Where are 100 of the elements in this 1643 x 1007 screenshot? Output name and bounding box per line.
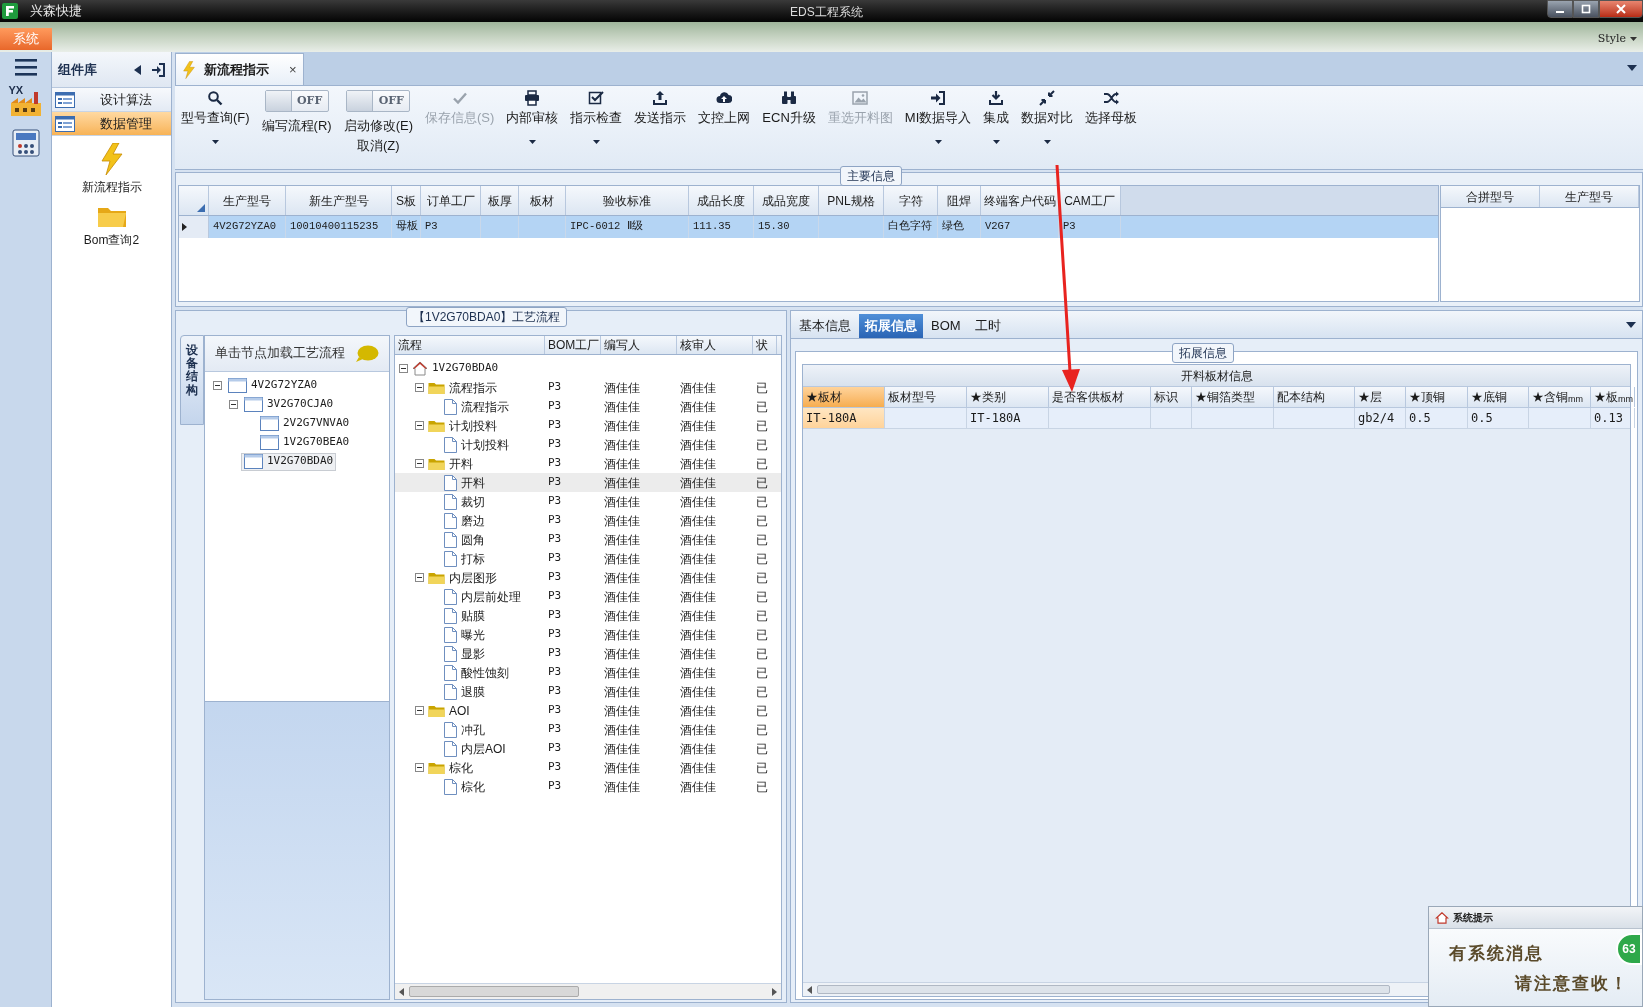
column-header[interactable]: 生产型号: [1540, 186, 1639, 207]
column-header[interactable]: ★含铜$_{mm}$: [1529, 387, 1591, 407]
flow-row[interactable]: 开料 P3 酒佳佳 酒佳佳 已: [395, 473, 781, 492]
tree-node[interactable]: 1V2G70BDA0: [241, 452, 337, 471]
flow-row[interactable]: 冲孔 P3 酒佳佳 酒佳佳 已: [395, 720, 781, 739]
toolbar-button[interactable]: MI数据导入: [900, 90, 976, 144]
collapse-icon[interactable]: [415, 573, 424, 582]
column-header[interactable]: PNL规格: [819, 186, 884, 215]
flow-row[interactable]: 退膜 P3 酒佳佳 酒佳佳 已: [395, 682, 781, 701]
column-header[interactable]: 终端客户代码: [981, 186, 1059, 215]
column-header[interactable]: 验收标准: [566, 186, 689, 215]
sign-in-icon[interactable]: [151, 62, 165, 77]
column-header[interactable]: 配本结构: [1274, 387, 1355, 407]
flow-row[interactable]: 内层图形 P3 酒佳佳 酒佳佳 已: [395, 568, 781, 587]
flow-row[interactable]: 打标 P3 酒佳佳 酒佳佳 已: [395, 549, 781, 568]
dropdown-caret-icon[interactable]: [1626, 322, 1636, 328]
collapse-icon[interactable]: [399, 364, 408, 373]
toolbar-button[interactable]: 取消(Z): [357, 135, 400, 155]
column-header[interactable]: S板: [392, 186, 421, 215]
column-header[interactable]: BOM工厂: [545, 336, 601, 354]
toolbar-button[interactable]: 数据对比: [1017, 90, 1078, 144]
style-menu[interactable]: Style: [1597, 30, 1637, 47]
column-header[interactable]: ★顶铜: [1406, 387, 1468, 407]
toolbar-button[interactable]: 集成: [979, 90, 1014, 144]
tree-node[interactable]: 1V2G70BEA0: [257, 433, 353, 452]
panel-item[interactable]: 设计算法: [52, 88, 171, 112]
column-header[interactable]: 成品宽度: [754, 186, 819, 215]
column-header[interactable]: 标识: [1151, 387, 1192, 407]
collapse-icon[interactable]: [213, 381, 222, 390]
toolbar-button[interactable]: 内部审核: [502, 90, 563, 144]
toolbar-button[interactable]: 指示检查: [566, 90, 627, 144]
toggle-switch[interactable]: OFF: [346, 90, 411, 112]
column-header[interactable]: 成品长度: [689, 186, 754, 215]
column-header[interactable]: 状: [753, 336, 777, 354]
collapse-icon[interactable]: [415, 421, 424, 430]
column-header[interactable]: 订单工厂: [421, 186, 481, 215]
column-header[interactable]: 板材: [519, 186, 566, 215]
tab[interactable]: 基本信息: [793, 314, 857, 338]
launcher-button[interactable]: Bom查询2: [61, 201, 162, 252]
column-header[interactable]: ★铜箔类型: [1192, 387, 1274, 407]
column-header[interactable]: 板厚: [481, 186, 519, 215]
table-row[interactable]: 4V2G72YZA0 10010400115235 母板 P3 IPC-6012 Ⅱ级 111.35 15.30 白色字符 绿色 V2G7 P3: [179, 216, 1438, 238]
maximize-button[interactable]: [1573, 0, 1599, 18]
column-header[interactable]: 流程: [395, 336, 545, 354]
toolbar-button[interactable]: 选择母板: [1081, 90, 1142, 128]
tab[interactable]: BOM: [925, 314, 967, 338]
flow-row[interactable]: 计划投料 P3 酒佳佳 酒佳佳 已: [395, 435, 781, 454]
flow-row[interactable]: 流程指示 P3 酒佳佳 酒佳佳 已: [395, 397, 781, 416]
flow-row[interactable]: 开料 P3 酒佳佳 酒佳佳 已: [395, 454, 781, 473]
column-header[interactable]: 阻焊: [938, 186, 981, 215]
flow-row[interactable]: AOI P3 酒佳佳 酒佳佳 已: [395, 701, 781, 720]
tree-node[interactable]: 2V2G7VNVA0: [257, 414, 353, 433]
launcher-button[interactable]: 新流程指示: [61, 140, 162, 199]
flow-row[interactable]: 酸性蚀刻 P3 酒佳佳 酒佳佳 已: [395, 663, 781, 682]
tree-node[interactable]: 3V2G70CJA0: [241, 395, 337, 414]
column-header[interactable]: 新生产型号: [286, 186, 392, 215]
close-button[interactable]: [1599, 0, 1643, 18]
flow-row[interactable]: 流程指示 P3 酒佳佳 酒佳佳 已: [395, 378, 781, 397]
column-header[interactable]: 字符: [884, 186, 938, 215]
flow-row[interactable]: 裁切 P3 酒佳佳 酒佳佳 已: [395, 492, 781, 511]
toolbar-button[interactable]: ECN升级: [758, 90, 820, 128]
flow-row[interactable]: 棕化 P3 酒佳佳 酒佳佳 已: [395, 777, 781, 796]
flow-row[interactable]: 内层前处理 P3 酒佳佳 酒佳佳 已: [395, 587, 781, 606]
column-header[interactable]: ★层: [1355, 387, 1406, 407]
toolbar-button[interactable]: 文控上网: [694, 90, 755, 128]
collapse-icon[interactable]: [415, 763, 424, 772]
column-header[interactable]: 板材型号: [885, 387, 967, 407]
tab[interactable]: 拓展信息: [859, 314, 923, 338]
dropdown-caret-icon[interactable]: [1627, 65, 1637, 71]
collapse-icon[interactable]: [415, 383, 424, 392]
flow-row[interactable]: 圆角 P3 酒佳佳 酒佳佳 已: [395, 530, 781, 549]
column-header[interactable]: 生产型号: [209, 186, 286, 215]
column-header[interactable]: ★板$_{mm}$: [1591, 387, 1635, 407]
flow-row[interactable]: 棕化 P3 酒佳佳 酒佳佳 已: [395, 758, 781, 777]
toggle-switch[interactable]: OFF: [264, 90, 329, 112]
flow-row[interactable]: 曝光 P3 酒佳佳 酒佳佳 已: [395, 625, 781, 644]
column-header[interactable]: 合拼型号: [1441, 186, 1540, 207]
side-tab[interactable]: 设备结构: [180, 335, 204, 425]
column-header[interactable]: ★板材: [803, 387, 885, 407]
collapse-icon[interactable]: [415, 706, 424, 715]
tree-node[interactable]: 4V2G72YZA0: [225, 376, 321, 395]
panel-item[interactable]: 数据管理: [52, 112, 171, 136]
collapse-icon[interactable]: [415, 459, 424, 468]
column-header[interactable]: ★类别: [967, 387, 1049, 407]
flow-row[interactable]: 1V2G70BDA0: [395, 359, 781, 378]
flow-row[interactable]: 内层AOI P3 酒佳佳 酒佳佳 已: [395, 739, 781, 758]
horizontal-scrollbar[interactable]: [395, 983, 781, 999]
collapse-icon[interactable]: [229, 400, 238, 409]
close-tab-button[interactable]: ×: [289, 59, 297, 80]
document-tab[interactable]: 新流程指示 ×: [175, 53, 304, 85]
column-header[interactable]: ★底铜: [1468, 387, 1529, 407]
collapse-left-icon[interactable]: [134, 64, 141, 75]
tab[interactable]: 工时: [968, 314, 1007, 338]
column-header[interactable]: 编写人: [601, 336, 677, 354]
toolbar-button[interactable]: 型号查询(F): [177, 90, 254, 144]
flow-row[interactable]: 计划投料 P3 酒佳佳 酒佳佳 已: [395, 416, 781, 435]
flow-row[interactable]: 贴膜 P3 酒佳佳 酒佳佳 已: [395, 606, 781, 625]
flow-row[interactable]: 磨边 P3 酒佳佳 酒佳佳 已: [395, 511, 781, 530]
toolbar-button[interactable]: 发送指示: [630, 90, 691, 128]
minimize-button[interactable]: [1547, 0, 1573, 18]
